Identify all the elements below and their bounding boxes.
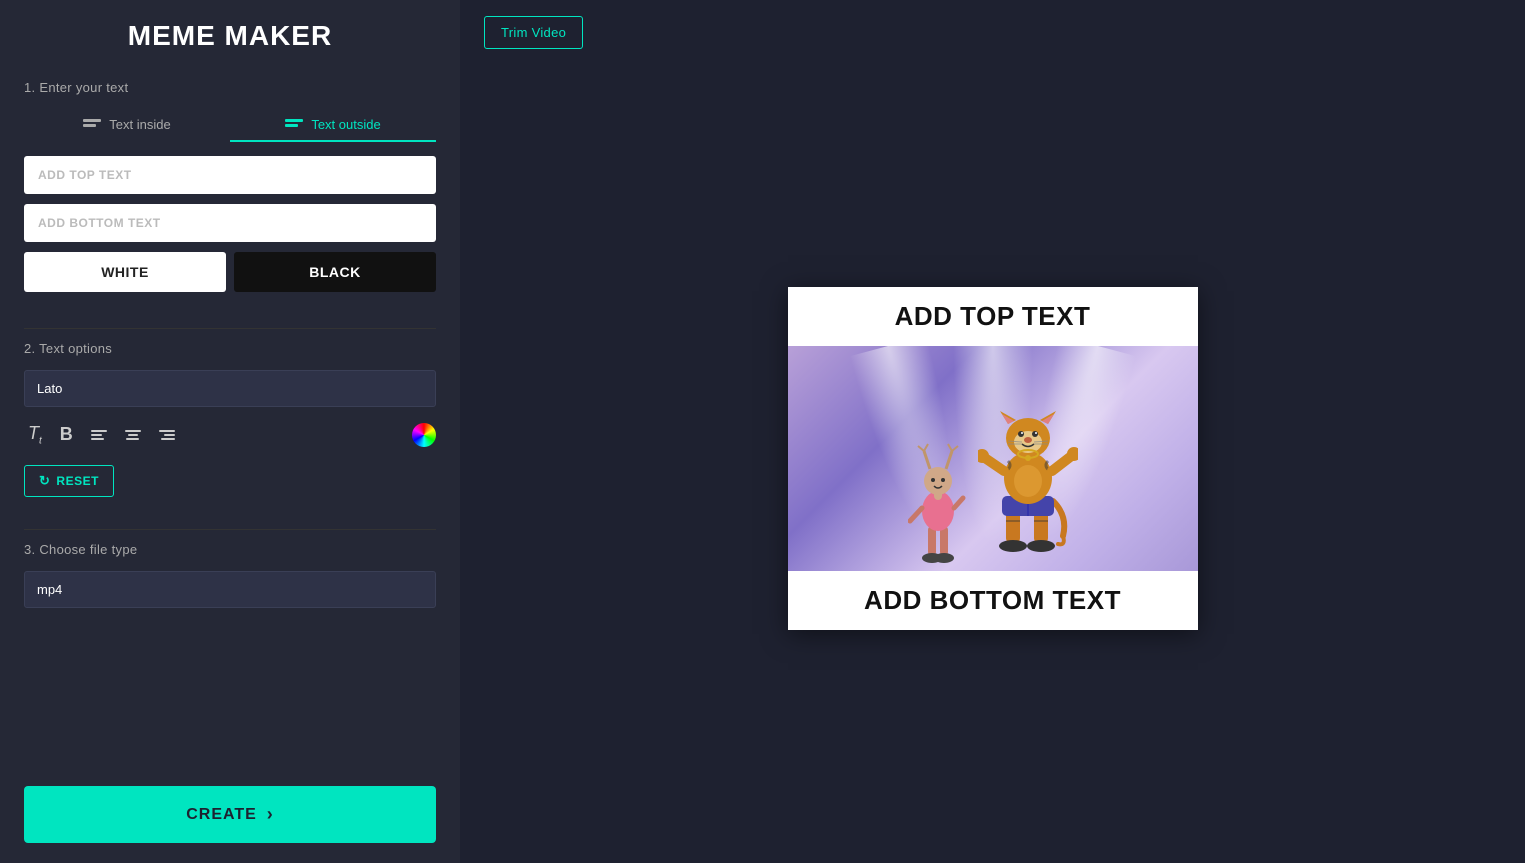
meme-preview: ADD TOP TEXT [788,287,1198,630]
right-panel: Trim Video ADD TOP TEXT [460,0,1525,863]
character-container [908,406,1078,571]
align-center-icon [125,430,141,440]
white-color-button[interactable]: WHITE [24,252,226,292]
tab-text-outside[interactable]: Text outside [230,109,436,142]
tab-outside-label: Text outside [311,117,380,132]
font-size-button[interactable]: Tt [24,419,46,451]
divider2 [24,529,436,530]
text-position-tabs: Text inside Text outside [24,109,436,142]
reset-button[interactable]: ↻ RESET [24,465,114,497]
create-arrow-icon: › [267,804,274,825]
align-left-button[interactable] [87,426,111,444]
color-buttons-group: WHITE BLACK [24,252,436,292]
tab-text-inside[interactable]: Text inside [24,109,230,142]
reset-label: RESET [56,474,99,488]
black-color-button[interactable]: BLACK [234,252,436,292]
create-button[interactable]: CREATE › [24,786,436,843]
align-right-icon [159,430,175,440]
file-type-select[interactable]: mp4 gif jpg png [24,571,436,608]
divider1 [24,328,436,329]
meme-bottom-text: ADD BOTTOM TEXT [788,571,1198,630]
font-select[interactable]: Lato Arial Impact Comic Sans MS [24,370,436,407]
text-options-section: 2. Text options Lato Arial Impact Comic … [24,341,436,497]
spacer [24,632,436,786]
section1-label: 1. Enter your text [24,80,436,95]
meme-top-text: ADD TOP TEXT [788,287,1198,346]
text-inside-icon [83,119,101,131]
trim-video-button[interactable]: Trim Video [484,16,583,49]
bold-button[interactable]: B [56,420,77,449]
color-picker-button[interactable] [412,423,436,447]
big-character [978,406,1078,566]
meme-image-area [788,346,1198,571]
align-right-button[interactable] [155,426,179,444]
bottom-text-input[interactable] [24,204,436,242]
top-text-input[interactable] [24,156,436,194]
meme-preview-wrapper: ADD TOP TEXT [484,69,1501,847]
section3-label: 3. Choose file type [24,542,436,557]
small-character [908,436,968,566]
text-toolbar: Tt B [24,419,436,451]
align-center-button[interactable] [121,426,145,444]
text-outside-icon [285,119,303,131]
file-type-section: 3. Choose file type mp4 gif jpg png [24,542,436,608]
app-title: MEME MAKER [24,20,436,52]
reset-icon: ↻ [39,473,50,489]
align-left-icon [91,430,107,440]
tab-inside-label: Text inside [109,117,170,132]
create-label: CREATE [186,806,257,824]
section2-label: 2. Text options [24,341,436,356]
left-panel: MEME MAKER 1. Enter your text Text insid… [0,0,460,863]
